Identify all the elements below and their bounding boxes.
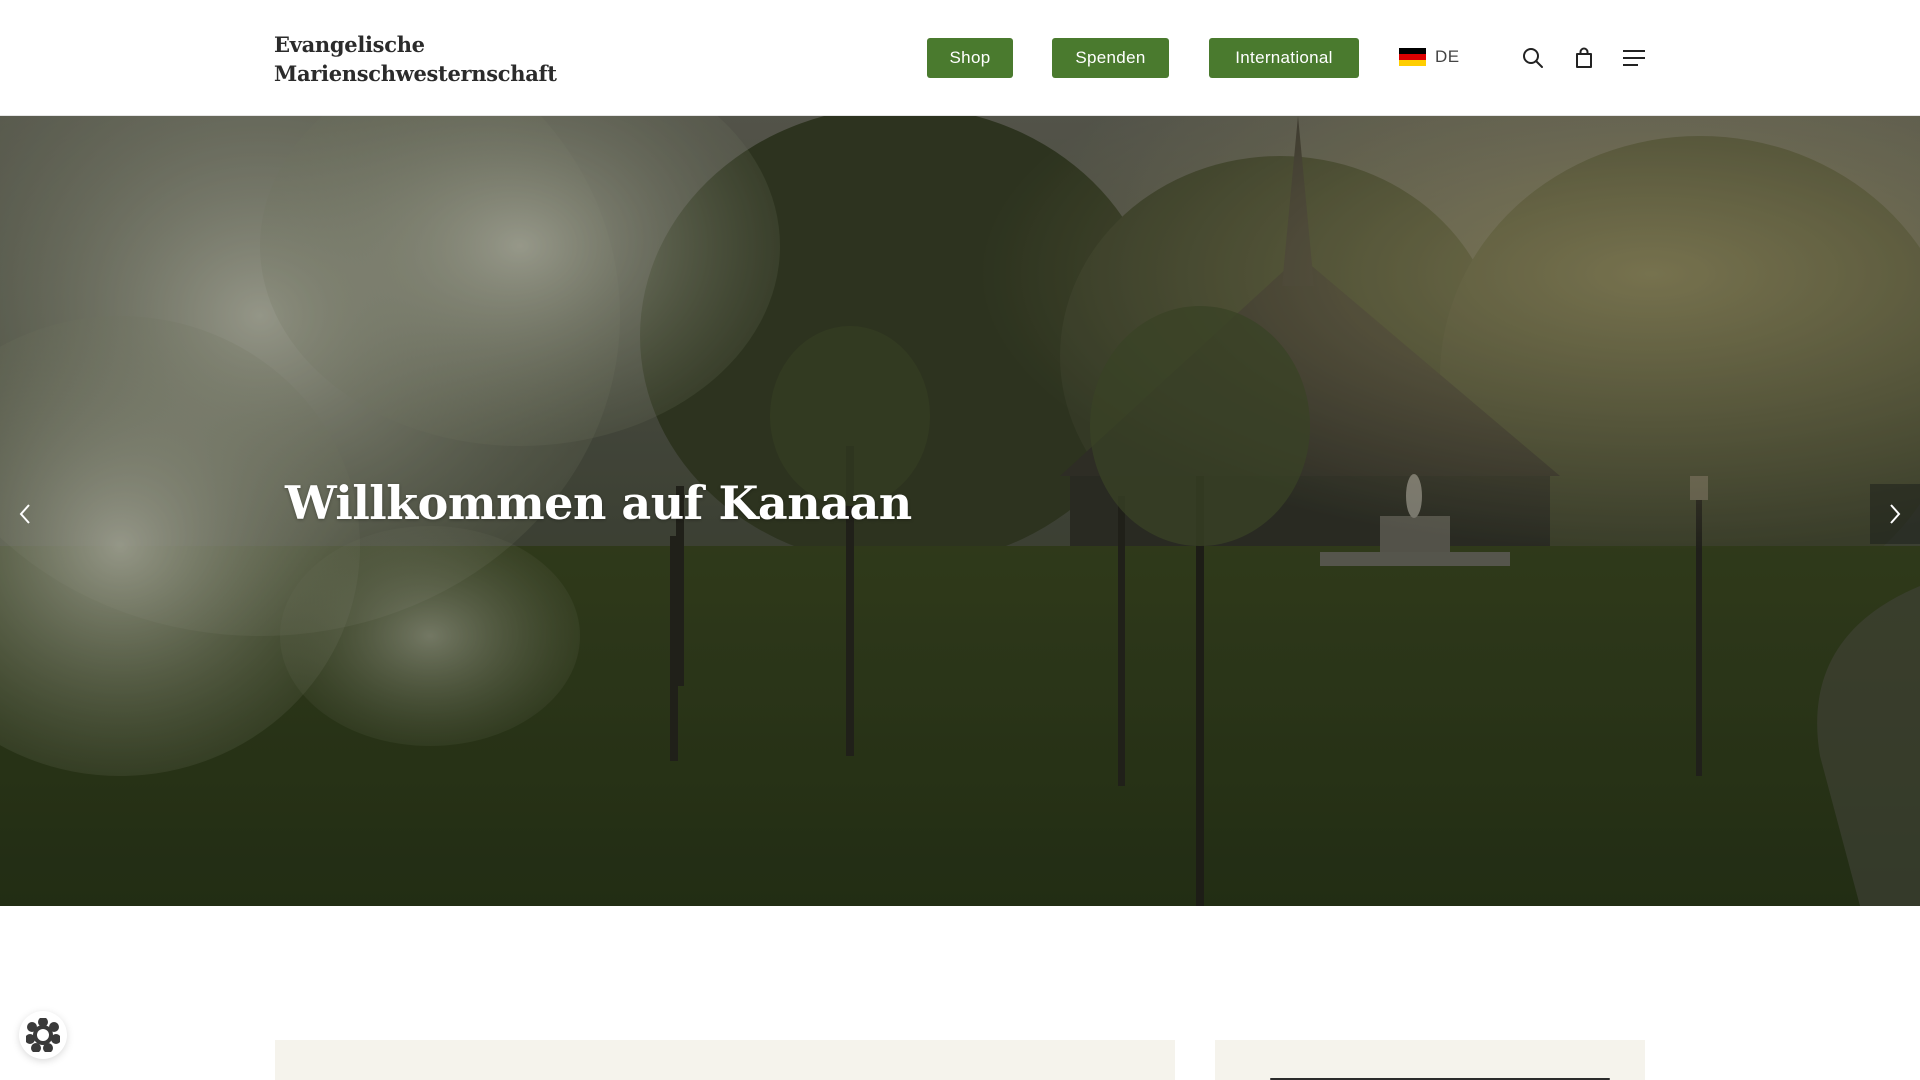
- flower-cookie-icon: [26, 1018, 60, 1052]
- language-code: DE: [1435, 47, 1460, 66]
- hero-title: Willkommen auf Kanaan: [285, 476, 912, 530]
- international-button[interactable]: International: [1209, 38, 1359, 78]
- germany-flag-icon: [1399, 47, 1426, 67]
- content-card-left: [275, 1040, 1175, 1080]
- hero-slider: Willkommen auf Kanaan: [0, 116, 1920, 906]
- slider-next-button[interactable]: [1870, 484, 1920, 544]
- slider-prev-button[interactable]: [0, 484, 50, 544]
- menu-icon[interactable]: [1620, 44, 1648, 72]
- language-switcher[interactable]: DE: [1399, 44, 1460, 70]
- chevron-left-icon: [19, 504, 30, 524]
- search-icon[interactable]: [1519, 44, 1547, 72]
- spenden-button[interactable]: Spenden: [1052, 38, 1169, 78]
- chevron-right-icon: [1890, 504, 1901, 524]
- shopping-bag-icon[interactable]: [1570, 44, 1598, 72]
- logo-line-2: Marienschwesternschaft: [274, 61, 557, 86]
- content-card-right: [1215, 1040, 1645, 1080]
- site-logo[interactable]: Evangelische Marienschwesternschaft: [274, 30, 557, 88]
- site-header: Evangelische Marienschwesternschaft Shop…: [0, 0, 1920, 116]
- floating-widget-button[interactable]: [19, 1011, 67, 1059]
- shop-button[interactable]: Shop: [927, 38, 1013, 78]
- logo-line-1: Evangelische: [274, 32, 425, 57]
